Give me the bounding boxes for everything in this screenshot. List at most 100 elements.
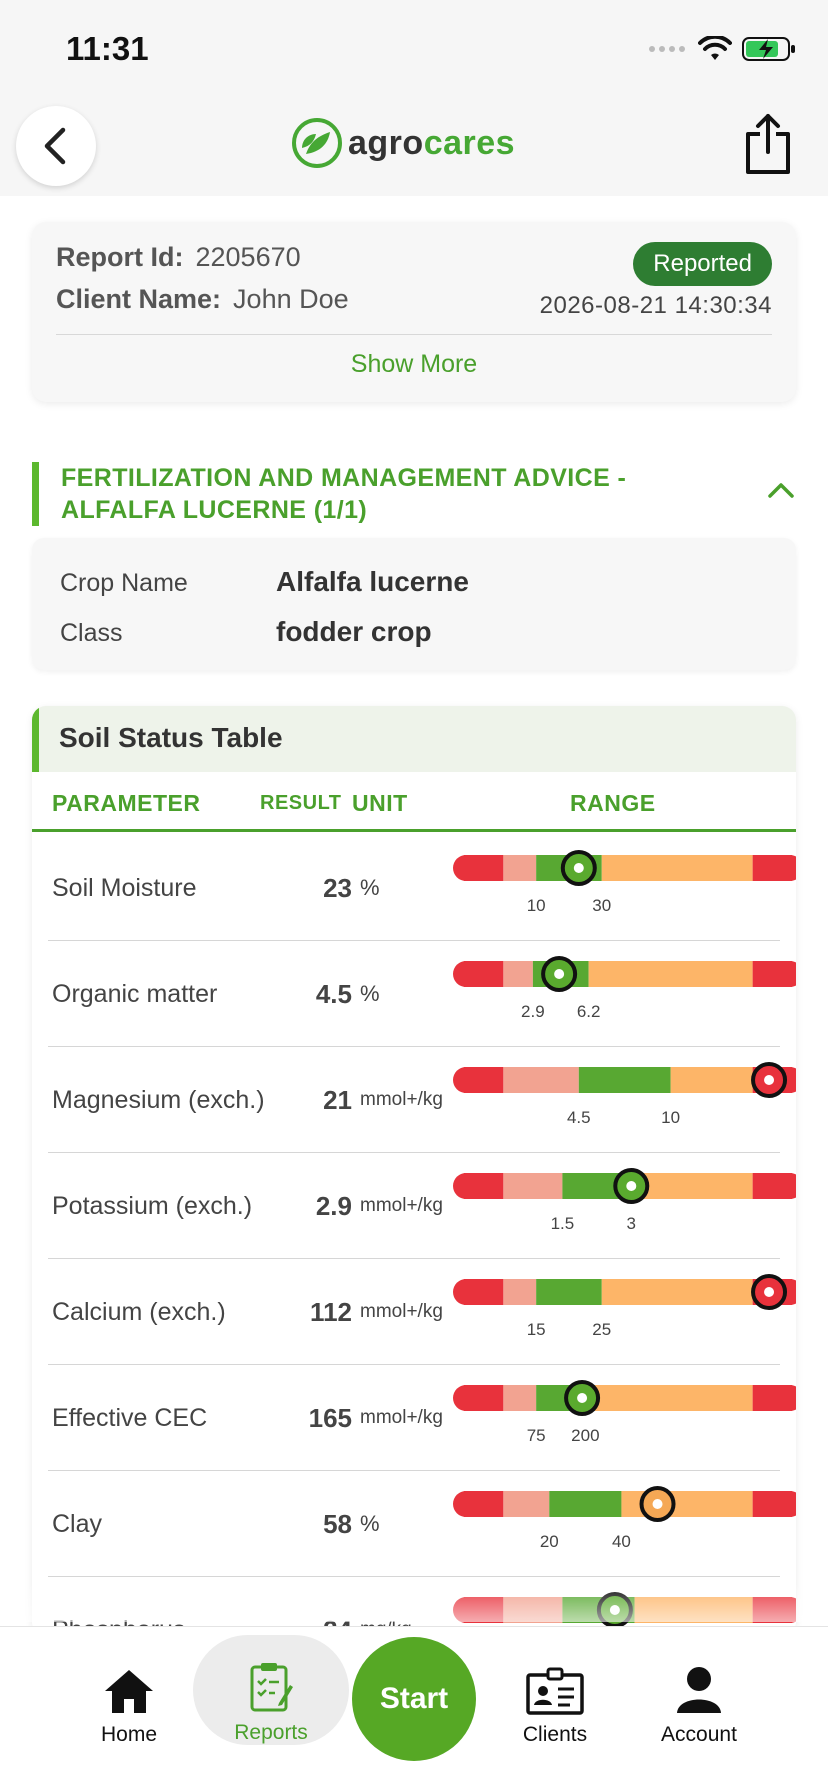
range-segment (670, 1067, 753, 1093)
range-segment (752, 855, 792, 881)
table-header: PARAMETER RESULT UNIT RANGE (32, 772, 796, 832)
divider (56, 334, 772, 335)
share-button[interactable] (740, 112, 796, 176)
range-high-label: 10 (661, 1108, 680, 1127)
app-header: agrocares (0, 96, 828, 196)
tab-reports[interactable]: Reports (193, 1635, 349, 1745)
result-marker-dot (652, 1499, 663, 1509)
status-time: 11:31 (66, 30, 149, 67)
range-segment (464, 855, 504, 881)
range-segment (752, 1385, 792, 1411)
range-segment (464, 1173, 504, 1199)
table-row: Phosphorus24mg/kg (48, 1577, 796, 1626)
header-result: RESULT (260, 792, 342, 814)
section-title: FERTILIZATION AND MANAGEMENT ADVICE - AL… (61, 464, 627, 524)
result-marker-dot (764, 1075, 775, 1085)
table-row: Effective CEC 165 mmol+/kg 75 200 (48, 1365, 796, 1471)
range-high-label: 3 (627, 1214, 636, 1233)
range-high-label: 30 (592, 896, 611, 915)
range-bar: 4.5 10 (453, 1062, 796, 1127)
range-bar: 10 30 (453, 850, 796, 915)
table-row: Clay 58% 20 40 (48, 1471, 796, 1577)
range-low-label: 4.5 (567, 1108, 591, 1127)
clients-icon (526, 1667, 584, 1715)
crop-name-row: Crop Name Alfalfa lucerne (60, 566, 469, 597)
result-marker-dot (554, 969, 565, 979)
client-name-value: John Doe (233, 284, 349, 314)
range-segment (503, 1385, 537, 1411)
account-icon (677, 1667, 721, 1713)
table-row: Potassium (exch.) 2.9 mmol+/kg 1.5 3 (48, 1153, 796, 1259)
range-segment (588, 961, 753, 987)
range-bar: 2.9 6.2 (453, 956, 796, 1021)
wifi-icon (698, 36, 732, 60)
range-segment (464, 1067, 504, 1093)
soil-status-table: Soil Status Table PARAMETER RESULT UNIT … (32, 706, 796, 1626)
range-high-label: 25 (592, 1320, 611, 1339)
range-segment (578, 1067, 671, 1093)
soil-table-title-bar: Soil Status Table (32, 706, 796, 772)
range-high-label: 6.2 (577, 1002, 601, 1021)
tab-home[interactable]: Home (64, 1627, 194, 1747)
range-segment (634, 1597, 753, 1623)
range-segment (503, 1279, 537, 1305)
range-segment (464, 961, 504, 987)
range-segment (631, 1173, 753, 1199)
report-datetime: 2026-08-21 14:30:34 (539, 292, 772, 319)
range-segment (503, 1491, 550, 1517)
range-low-label: 10 (527, 896, 546, 915)
result-marker-dot (609, 1605, 620, 1615)
range-segment (536, 1279, 602, 1305)
range-low-label: 1.5 (551, 1214, 575, 1233)
range-bar: 20 40 (453, 1486, 796, 1551)
chevron-up-icon[interactable] (766, 480, 796, 500)
range-segment (503, 1173, 563, 1199)
report-id-value: 2205670 (195, 242, 301, 272)
share-icon (746, 114, 790, 174)
range-segment (464, 1279, 504, 1305)
range-segment (503, 855, 537, 881)
range-segment (601, 855, 753, 881)
chevron-left-icon (44, 127, 66, 165)
range-segment (601, 1279, 753, 1305)
result-marker-dot (764, 1287, 775, 1297)
client-name-row: Client Name: John Doe (56, 284, 349, 314)
crop-info-card: Crop Name Alfalfa lucerne Class fodder c… (32, 538, 796, 670)
range-segment (464, 1385, 504, 1411)
back-button[interactable] (16, 106, 96, 186)
range-low-label: 15 (527, 1320, 546, 1339)
bottom-tab-bar: Home Reports Start Clients Account (0, 1626, 828, 1792)
table-row: Calcium (exch.) 112 mmol+/kg 15 25 (48, 1259, 796, 1365)
range-bar: 75 200 (453, 1380, 796, 1445)
report-content[interactable]: Report Id: 2205670 Client Name: John Doe R… (0, 196, 828, 1626)
table-row: Magnesium (exch.) 21 mmol+/kg 4.5 10 (48, 1047, 796, 1153)
range-low-label: 2.9 (521, 1002, 545, 1021)
range-segment (464, 1597, 504, 1623)
advice-section-header[interactable]: FERTILIZATION AND MANAGEMENT ADVICE - AL… (32, 462, 796, 526)
table-rows: Soil Moisture 23% 10 30 Organic matter 4.5% 2.… (32, 835, 796, 1626)
show-more-link[interactable]: Show More (32, 350, 796, 379)
soil-table-title: Soil Status Table (59, 722, 283, 753)
report-id-row: Report Id: 2205670 (56, 242, 301, 272)
status-badge: Reported (633, 242, 772, 286)
range-segment (752, 961, 792, 987)
tab-clients[interactable]: Clients (490, 1627, 620, 1747)
result-marker-dot (577, 1393, 588, 1403)
table-row: Soil Moisture 23% 10 30 (48, 835, 796, 941)
table-row: Organic matter 4.5% 2.9 6.2 (48, 941, 796, 1047)
range-segment (752, 1491, 792, 1517)
home-icon (105, 1670, 153, 1713)
range-segment (752, 1173, 792, 1199)
range-segment (503, 961, 533, 987)
crop-name-value: Alfalfa lucerne (276, 566, 469, 597)
result-marker-dot (626, 1181, 637, 1191)
battery-charging-icon (742, 37, 795, 61)
crop-class-value: fodder crop (276, 616, 432, 647)
range-segment (549, 1491, 622, 1517)
signal-icon (649, 46, 685, 52)
start-button[interactable]: Start (352, 1637, 476, 1761)
tab-account[interactable]: Account (634, 1627, 764, 1747)
range-bar: 15 25 (453, 1274, 796, 1339)
range-segment (585, 1385, 753, 1411)
agrocares-logo: agrocares (292, 118, 515, 168)
